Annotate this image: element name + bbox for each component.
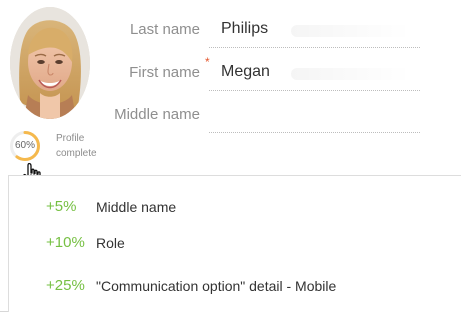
completion-tip-description: Middle name: [96, 199, 177, 215]
completion-tip-middle-name[interactable]: +5% Middle name: [46, 196, 436, 220]
completion-tip-role[interactable]: +10% Role: [46, 232, 436, 256]
completion-tip-description: "Communication option" detail - Mobile: [96, 278, 337, 294]
first-name-field[interactable]: Megan: [209, 56, 420, 91]
last-name-row: Last name Philips: [100, 13, 420, 48]
profile-photo: [10, 7, 90, 119]
completion-tip-percent: +25%: [46, 277, 85, 294]
profile-avatar[interactable]: [10, 7, 90, 119]
completion-tip-communication-mobile[interactable]: +25% "Communication option" detail - Mob…: [46, 275, 436, 299]
profile-completion-popup: +5% Middle name +10% Role +25% "Communic…: [8, 175, 461, 312]
middle-name-label: Middle name: [114, 106, 200, 123]
left-background-edge: [0, 175, 8, 312]
last-name-label: Last name: [129, 21, 200, 38]
first-name-row: First name * Megan: [100, 55, 420, 91]
last-name-faded-hint: [291, 25, 411, 37]
last-name-field[interactable]: Philips: [209, 13, 420, 48]
completion-tip-description: Role: [96, 235, 125, 251]
last-name-value[interactable]: Philips: [221, 20, 268, 38]
profile-completion-percent: 60%: [14, 140, 35, 151]
middle-name-row: Middle name: [100, 98, 420, 133]
profile-completion-indicator[interactable]: 60%: [8, 129, 42, 163]
first-name-label: First name: [129, 64, 200, 81]
completion-tip-percent: +5%: [46, 198, 77, 215]
first-name-value[interactable]: Megan: [221, 63, 270, 81]
completion-tip-percent: +10%: [46, 234, 85, 251]
profile-complete-line-2: complete: [56, 148, 97, 159]
first-name-faded-hint: [291, 68, 411, 80]
profile-complete-label: Profile complete: [56, 131, 97, 161]
profile-complete-line-1: Profile: [56, 133, 85, 144]
middle-name-field[interactable]: [209, 98, 420, 133]
